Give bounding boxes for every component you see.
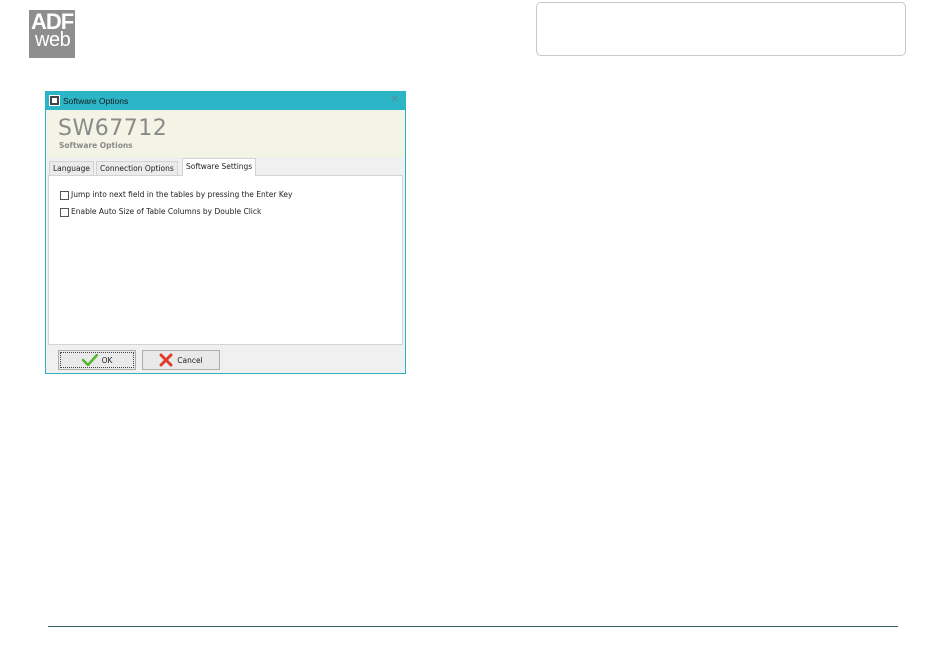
ok-button[interactable]: OK — [58, 350, 136, 370]
software-options-dialog: Software Options ✕ SW67712 Software Opti… — [45, 91, 406, 374]
dialog-title: Software Options — [63, 96, 129, 106]
adfweb-logo: ADF web — [29, 10, 75, 58]
ok-button-label: OK — [101, 355, 113, 365]
tab-connection-options[interactable]: Connection Options — [96, 161, 178, 175]
dialog-titlebar: Software Options ✕ — [46, 92, 405, 110]
auto-size-checkbox[interactable] — [60, 207, 69, 217]
setting-row-auto-size[interactable]: Enable Auto Size of Table Columns by Dou… — [60, 207, 261, 217]
setting-row-enter-key[interactable]: Jump into next field in the tables by pr… — [60, 190, 292, 200]
cancel-button[interactable]: Cancel — [142, 350, 220, 370]
enter-key-label: Jump into next field in the tables by pr… — [71, 190, 293, 199]
software-settings-panel: Jump into next field in the tables by pr… — [48, 175, 403, 345]
tab-software-settings[interactable]: Software Settings — [182, 158, 257, 176]
app-icon — [49, 95, 60, 106]
close-icon[interactable]: ✕ — [391, 93, 399, 107]
footer-divider — [48, 626, 898, 627]
cancel-button-label: Cancel — [177, 355, 203, 365]
auto-size-label: Enable Auto Size of Table Columns by Dou… — [71, 207, 262, 216]
enter-key-checkbox[interactable] — [60, 190, 69, 200]
dialog-header: SW67712 Software Options — [46, 110, 405, 157]
tab-language[interactable]: Language — [49, 161, 95, 175]
product-code-title: SW67712 — [58, 116, 168, 141]
header-info-box — [536, 2, 906, 56]
logo-text-web: web — [35, 29, 71, 51]
checkmark-icon — [81, 354, 98, 366]
dialog-subtitle: Software Options — [59, 141, 133, 150]
red-x-icon — [159, 353, 173, 367]
